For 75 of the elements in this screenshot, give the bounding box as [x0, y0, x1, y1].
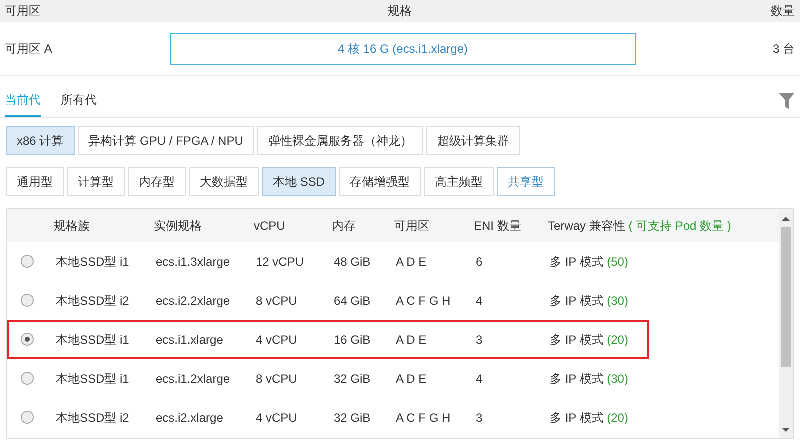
column-header: 可用区	[394, 218, 431, 234]
architecture-button[interactable]: 超级计算集群	[426, 126, 520, 155]
table-cell-text: 16 GiB	[334, 332, 372, 348]
type-button[interactable]: 通用型	[6, 167, 64, 196]
table-cell-text: 多 IP 模式 (20)	[550, 332, 628, 348]
type-button[interactable]: 共享型	[497, 167, 556, 196]
architecture-button[interactable]: 异构计算 GPU / FPGA / NPU	[78, 126, 254, 155]
spec-field[interactable]: 4 核 16 G (ecs.i1.xlarge)	[170, 32, 636, 64]
table-cell-text: ecs.i2.2xlarge	[156, 292, 232, 310]
scrollbar[interactable]	[779, 209, 793, 438]
selected-table-row[interactable]: 本地SSD型 i1 ecs.i1.xlarge 4 vCPU 16 GiB A D E 3 多 IP 模式 (20)	[7, 320, 649, 359]
table-cell-text: 6	[476, 254, 484, 270]
table-cell-text: 4 vCPU	[256, 332, 298, 348]
table-cell-text: 多 IP 模式 (30)	[550, 370, 628, 388]
radio-button[interactable]	[21, 255, 34, 268]
table-cell-text: ecs.i1.xlarge	[156, 332, 224, 348]
column-header: vCPU	[254, 218, 286, 234]
scroll-up-icon[interactable]	[782, 217, 790, 221]
table-cell-text: 64 GiB	[334, 292, 372, 310]
column-header: 可用区	[5, 3, 42, 20]
table-cell-text: A C F G H	[396, 410, 452, 426]
table-row[interactable]: 本地SSD型 i2 ecs.i2.2xlarge 8 vCPU 64 GiB A C F G H 4 多 IP 模式 (30)	[7, 281, 779, 320]
table-cell-text: 8 vCPU	[256, 370, 298, 388]
table-row[interactable]: 本地SSD型 i1 ecs.i1.2xlarge 8 vCPU 32 GiB A D E 4 多 IP 模式 (30)	[7, 359, 779, 398]
type-button[interactable]: 本地 SSD	[262, 167, 336, 196]
table-cell-text: 3 台	[772, 40, 795, 58]
table-cell-text: A D E	[396, 370, 428, 388]
table-row[interactable]: 本地SSD型 i1 ecs.i1.3xlarge 12 vCPU 48 GiB A D E 6 多 IP 模式 (50)	[7, 242, 779, 281]
table-cell-text: 32 GiB	[334, 410, 372, 426]
table-cell-text: 多 IP 模式 (20)	[550, 410, 628, 426]
column-header: 实例规格	[154, 218, 203, 234]
table-cell-text: 4	[476, 292, 484, 310]
table-cell-text: A D E	[396, 332, 428, 348]
table-cell-text: 本地SSD型 i1	[56, 332, 130, 348]
architecture-button[interactable]: 弹性裸金属服务器（神龙）	[257, 126, 424, 155]
table-cell-text: 本地SSD型 i2	[56, 292, 130, 310]
radio-button[interactable]	[21, 411, 34, 424]
table-cell-text: 8 vCPU	[256, 292, 298, 310]
table-cell-text: 多 IP 模式 (50)	[550, 254, 628, 270]
table-cell-text: A D E	[396, 254, 428, 270]
table-cell-text: A C F G H	[396, 292, 452, 310]
type-button[interactable]: 存储增强型	[339, 167, 422, 196]
table-cell-text: 多 IP 模式 (30)	[550, 292, 628, 310]
type-button[interactable]: 计算型	[67, 167, 125, 196]
table-cell-text: 本地SSD型 i1	[56, 370, 130, 388]
table-cell-text: 本地SSD型 i1	[56, 254, 130, 270]
architecture-button[interactable]: x86 计算	[6, 126, 75, 155]
column-header: 规格	[387, 3, 413, 20]
radio-button[interactable]	[21, 294, 34, 307]
table-cell-text: 本地SSD型 i2	[56, 410, 130, 426]
type-button[interactable]: 高主频型	[424, 167, 494, 196]
scroll-down-icon[interactable]	[782, 428, 790, 432]
type-button[interactable]: 内存型	[128, 167, 186, 196]
radio-button[interactable]	[21, 372, 34, 385]
column-header: 规格族	[54, 218, 91, 234]
column-header: ENI 数量	[474, 218, 522, 234]
table-cell-text: 4 vCPU	[256, 410, 298, 426]
radio-button[interactable]	[21, 333, 34, 346]
table-row[interactable]: 本地SSD型 i2 ecs.i2.xlarge 4 vCPU 32 GiB A C F G H 3 多 IP 模式 (20)	[7, 398, 779, 437]
table-cell-text: ecs.i1.3xlarge	[156, 254, 232, 270]
filter-icon[interactable]	[779, 93, 795, 109]
table-cell-text: 可用区 A	[5, 40, 54, 58]
column-header: 内存	[332, 218, 357, 234]
generation-tab[interactable]: 所有代	[61, 91, 97, 117]
column-header: 数量	[770, 3, 795, 20]
table-cell-text: 48 GiB	[334, 254, 372, 270]
table-cell-text: 4	[476, 370, 484, 388]
column-header: Terway 兼容性 ( 可支持 Pod 数量 )	[548, 218, 732, 234]
table-cell-text: 3	[476, 410, 484, 426]
type-button[interactable]: 大数据型	[189, 167, 259, 196]
table-cell-text: ecs.i2.xlarge	[156, 410, 224, 426]
table-cell-text: ecs.i1.2xlarge	[156, 370, 232, 388]
table-cell-text: 12 vCPU	[256, 254, 306, 270]
table-cell-text: 3	[476, 332, 484, 348]
table-cell-text: 32 GiB	[334, 370, 372, 388]
